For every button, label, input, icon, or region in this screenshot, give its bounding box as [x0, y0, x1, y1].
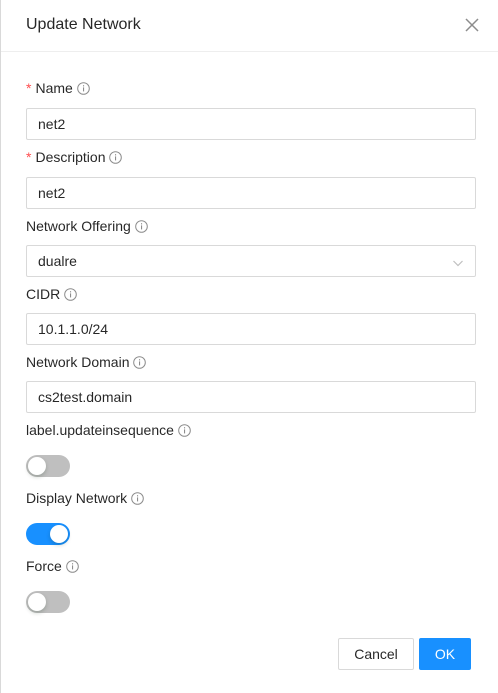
modal-title: Update Network	[26, 16, 141, 33]
switch-knob	[28, 593, 46, 611]
network-offering-label: Network Offering	[26, 217, 148, 235]
info-icon[interactable]	[134, 219, 148, 233]
info-icon[interactable]	[131, 491, 144, 505]
cancel-button[interactable]: Cancel	[338, 638, 414, 670]
switch-knob	[50, 525, 68, 543]
chevron-down-icon	[452, 256, 464, 268]
network-offering-value: dualre	[38, 253, 77, 269]
required-asterisk: *	[26, 80, 32, 96]
update-network-modal: Update Network *Name *Description Networ…	[0, 0, 498, 693]
info-icon[interactable]	[64, 287, 78, 301]
cidr-label: CIDR	[26, 285, 78, 303]
required-asterisk: *	[26, 149, 32, 165]
name-input[interactable]	[26, 108, 476, 140]
description-input[interactable]	[26, 177, 476, 209]
network-domain-label: Network Domain	[26, 353, 147, 371]
force-label: Force	[26, 557, 79, 575]
name-label: * Name	[26, 79, 90, 97]
close-icon[interactable]	[463, 16, 481, 34]
description-label: * Description	[26, 148, 123, 166]
cidr-input[interactable]	[26, 313, 476, 345]
display-network-switch[interactable]	[26, 523, 70, 545]
display-network-label: Display Network	[26, 489, 144, 507]
info-icon[interactable]	[77, 81, 90, 95]
ok-button[interactable]: OK	[419, 638, 471, 670]
update-in-sequence-label: label.updateinsequence	[26, 421, 191, 439]
switch-knob	[28, 457, 46, 475]
modal-header: Update Network	[1, 0, 498, 52]
info-icon[interactable]	[109, 150, 123, 164]
info-icon[interactable]	[65, 559, 79, 573]
force-switch[interactable]	[26, 591, 70, 613]
network-domain-input[interactable]	[26, 381, 476, 413]
info-icon[interactable]	[178, 423, 191, 437]
network-offering-select[interactable]: dualre	[26, 245, 476, 277]
info-icon[interactable]	[133, 355, 147, 369]
update-in-sequence-switch[interactable]	[26, 455, 70, 477]
